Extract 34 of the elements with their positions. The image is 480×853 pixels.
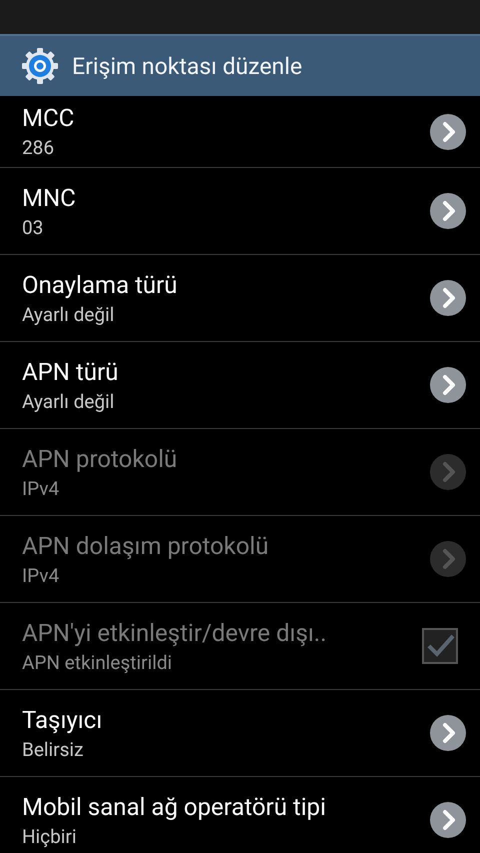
setting-value: Ayarlı değil <box>22 302 116 326</box>
chevron-icon <box>430 193 466 229</box>
setting-title: Mobil sanal ağ operatörü tipi <box>22 792 326 820</box>
chevron-icon <box>430 454 466 490</box>
chevron-icon <box>430 541 466 577</box>
chevron-icon <box>430 280 466 316</box>
setting-value: Belirsiz <box>22 738 84 760</box>
chevron-icon <box>430 367 466 403</box>
setting-title: MNC <box>22 184 76 212</box>
setting-value: 286 <box>22 136 56 159</box>
chevron-icon <box>430 114 466 150</box>
setting-value: Hiçbiri <box>22 824 78 848</box>
setting-title: Taşıyıcı <box>22 706 102 734</box>
setting-value: IPv4 <box>22 476 60 500</box>
setting-title: MCC <box>22 104 74 132</box>
settings-item[interactable]: APN türü Ayarlı değil <box>0 342 480 429</box>
setting-title: APN türü <box>22 358 118 386</box>
setting-value: Ayarlı değil <box>22 390 116 412</box>
settings-item[interactable]: Taşıyıcı Belirsiz <box>0 690 480 777</box>
chevron-icon <box>430 715 466 751</box>
setting-title: APN'yi etkinleştir/devre dışı.. <box>22 618 327 646</box>
setting-title: Onaylama türü <box>22 270 178 298</box>
settings-item[interactable]: MCC 286 <box>0 96 480 168</box>
settings-item[interactable]: Onaylama türü Ayarlı değil <box>0 255 480 342</box>
settings-item[interactable]: MNC 03 <box>0 168 480 255</box>
settings-item[interactable]: Mobil sanal ağ operatörü tipi Hiçbiri <box>0 777 480 853</box>
setting-value: IPv4 <box>22 564 60 586</box>
setting-title: APN protokolü <box>22 444 178 472</box>
screen-title: Erişim noktası düzenle <box>72 52 302 80</box>
setting-value: 03 <box>22 216 44 238</box>
gear-icon <box>20 46 60 86</box>
setting-title: APN dolaşım protokolü <box>22 532 269 560</box>
setting-value: APN etkinleştirildi <box>22 650 174 674</box>
chevron-icon <box>430 802 466 838</box>
